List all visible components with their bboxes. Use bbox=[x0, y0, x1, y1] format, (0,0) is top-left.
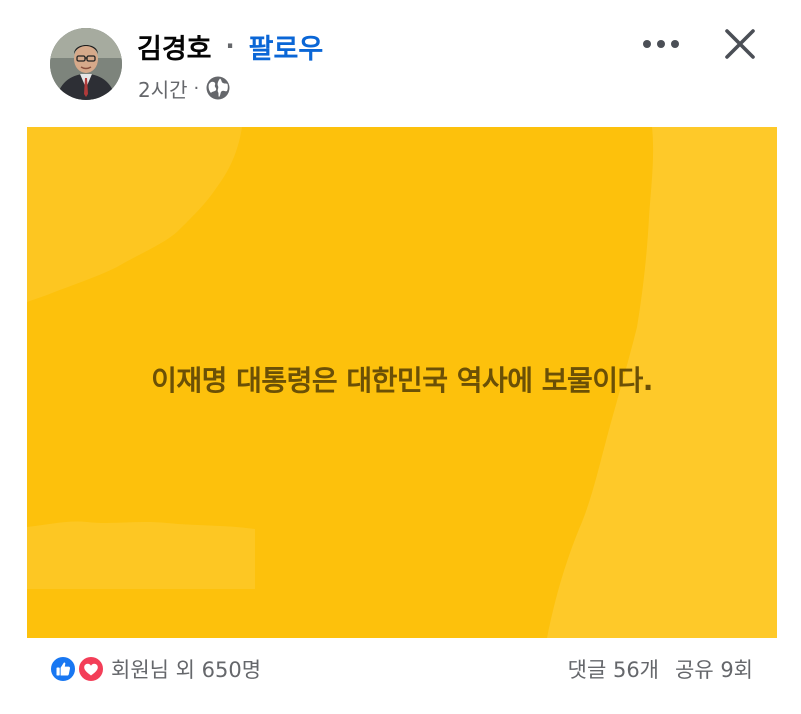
reactions-summary[interactable]: 회원님 외 650명 bbox=[49, 653, 261, 685]
image-caption-text: 이재명 대통령은 대한민국 역사에 보물이다. bbox=[151, 364, 653, 397]
shares-count[interactable]: 공유 9회 bbox=[675, 654, 753, 684]
follow-button[interactable]: 팔로우 bbox=[249, 27, 324, 66]
avatar-image bbox=[50, 28, 122, 100]
comments-count[interactable]: 댓글 56개 bbox=[568, 654, 659, 684]
author-avatar[interactable] bbox=[50, 28, 122, 100]
author-row: 김경호 · 팔로우 bbox=[137, 26, 323, 66]
post-header: 김경호 · 팔로우 2시간 · bbox=[0, 0, 801, 120]
more-options-button[interactable] bbox=[636, 26, 686, 62]
post-time[interactable]: 2시간 bbox=[138, 74, 188, 103]
reaction-icons bbox=[49, 654, 107, 684]
name-separator: · bbox=[225, 32, 235, 60]
close-icon bbox=[725, 29, 755, 59]
post-stats: 댓글 56개 공유 9회 bbox=[568, 653, 753, 685]
post-image[interactable]: 이재명 대통령은 대한민국 역사에 보물이다. bbox=[27, 127, 777, 638]
more-options-icon bbox=[643, 40, 679, 48]
meta-separator: · bbox=[193, 77, 200, 99]
close-button[interactable] bbox=[716, 20, 764, 68]
post-footer: 회원님 외 650명 댓글 56개 공유 9회 bbox=[0, 640, 801, 700]
author-name[interactable]: 김경호 bbox=[137, 27, 212, 66]
post-meta: 2시간 · bbox=[138, 73, 231, 103]
globe-icon[interactable] bbox=[205, 75, 231, 101]
reaction-count[interactable]: 회원님 외 650명 bbox=[111, 654, 261, 684]
love-reaction-icon bbox=[77, 655, 105, 683]
like-reaction-icon bbox=[49, 655, 77, 683]
